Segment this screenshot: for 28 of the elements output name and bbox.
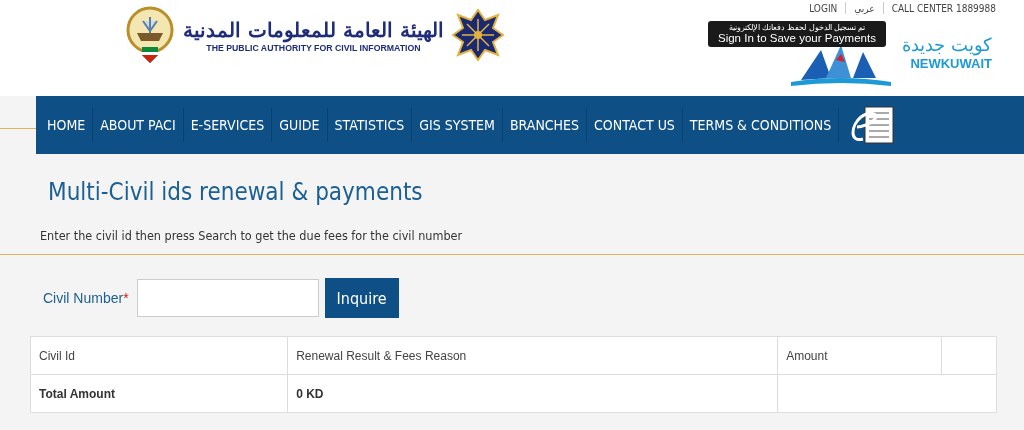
total-value: 0 KD xyxy=(296,386,324,401)
star-logo-icon xyxy=(451,9,504,61)
org-name: THE PUBLIC AUTHORITY FOR CIVIL INFORMATION xyxy=(206,41,421,53)
total-label: Total Amount xyxy=(39,386,115,401)
nav-item[interactable]: E-SERVICES xyxy=(183,108,273,142)
page-title: Multi-Civil ids renewal & payments xyxy=(47,177,424,208)
nav-item[interactable]: TERMS & CONDITIONS xyxy=(682,108,840,142)
field-label: Civil Number* xyxy=(43,290,129,306)
brand-name-arabic: كويت جديدة xyxy=(902,34,992,56)
nav-item[interactable]: HOME xyxy=(40,108,94,142)
column-header: Amount xyxy=(786,348,828,363)
column-header: Renewal Result & Fees Reason xyxy=(296,348,467,363)
civil-number-field[interactable] xyxy=(136,279,319,317)
nav-item[interactable]: GIS SYSTEM xyxy=(412,108,503,142)
top-link[interactable]: عربي xyxy=(854,2,875,14)
instructions: Enter the civil id then press Search to get the due fees for the civil number xyxy=(39,227,464,245)
top-link[interactable]: LOGIN xyxy=(809,2,838,14)
nav-item[interactable]: BRANCHES xyxy=(502,108,588,142)
org-name-arabic: الهيئة العامة للمعلومات المدنية xyxy=(183,17,444,42)
column-header: Civil Id xyxy=(39,348,75,363)
nav-item[interactable]: STATISTICS xyxy=(327,108,413,142)
nav-item[interactable]: CONTACT US xyxy=(587,108,683,142)
nav-item[interactable]: GUIDE xyxy=(272,108,328,142)
emblem-icon xyxy=(125,5,175,65)
nav-item[interactable]: ABOUT PACI xyxy=(93,108,184,142)
inquire-button[interactable]: Inquire xyxy=(324,278,399,318)
brand-name: NEWKUWAIT xyxy=(910,56,992,71)
top-link[interactable]: CALL CENTER 1889988 xyxy=(891,2,996,14)
